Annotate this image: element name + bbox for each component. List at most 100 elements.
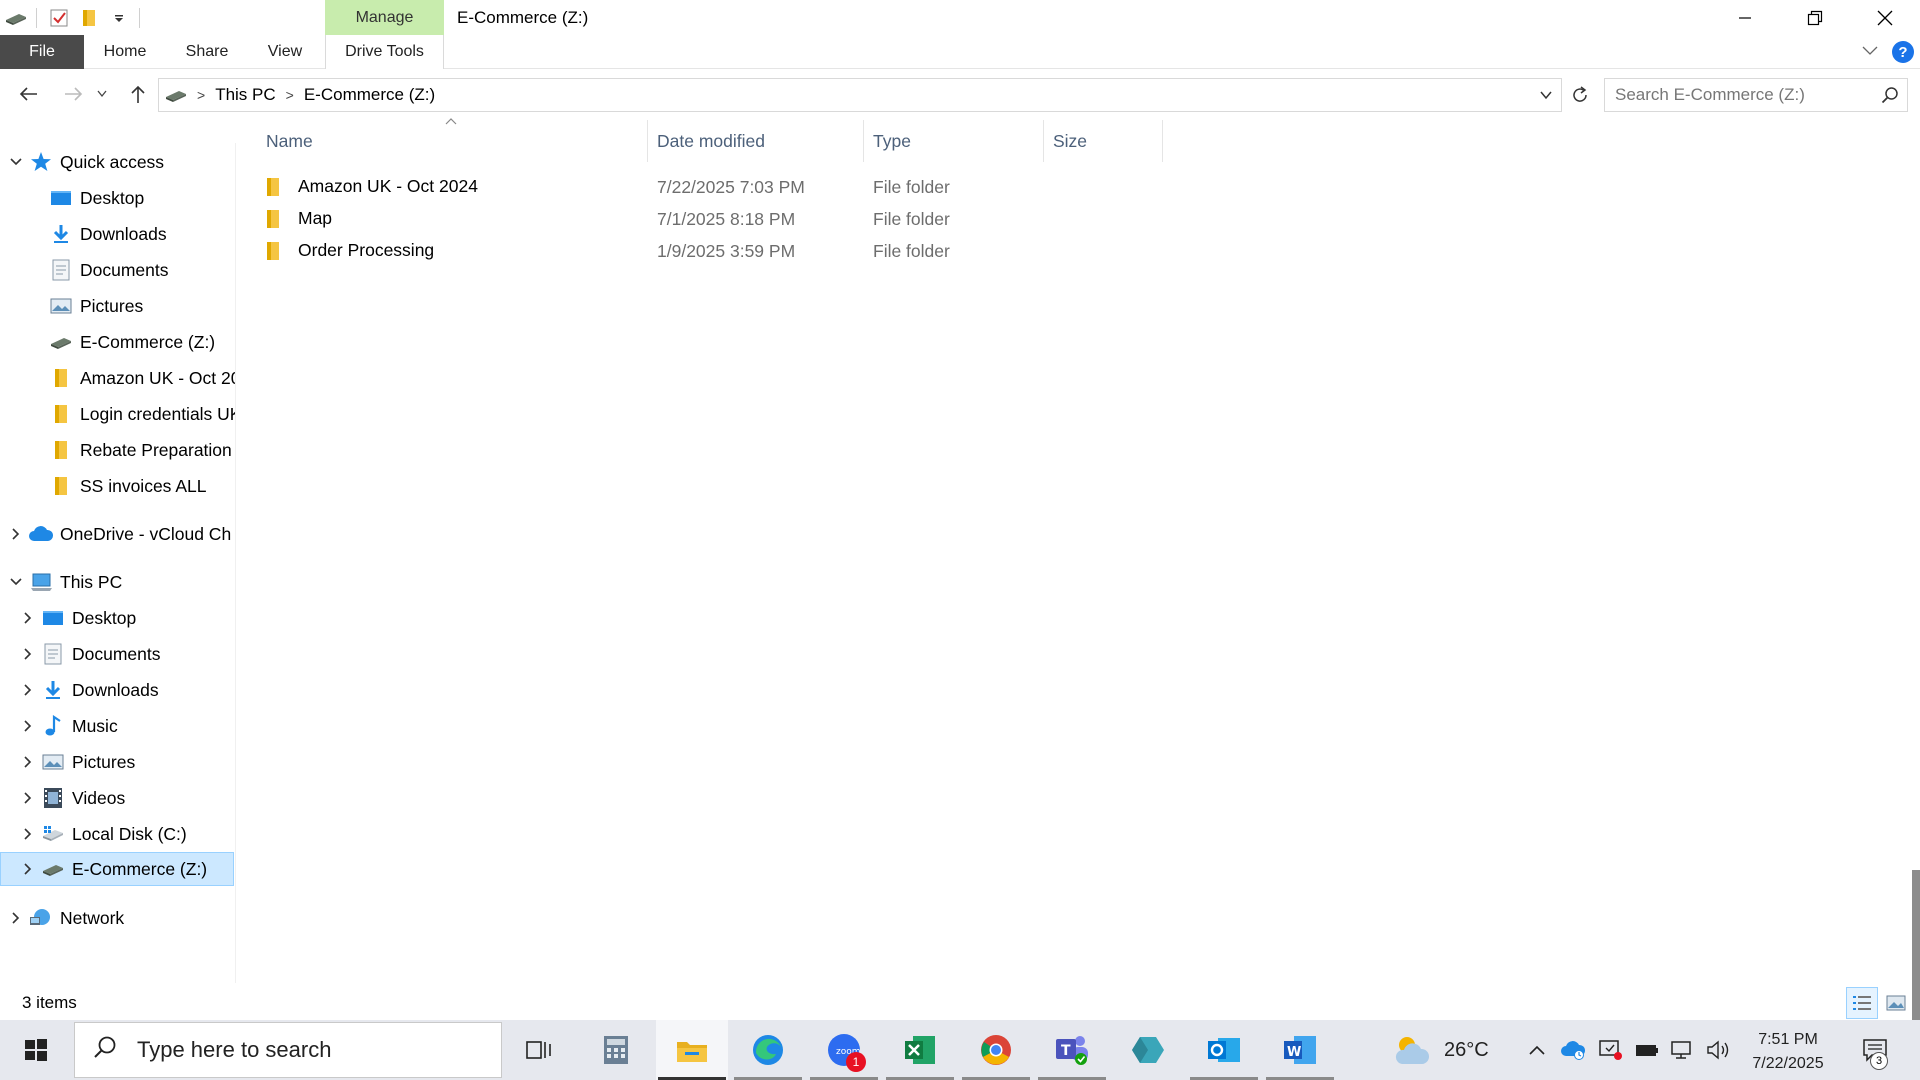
nav-quick-ss-invoices[interactable]: SS invoices ALL (28, 469, 206, 503)
nav-pc-pictures[interactable]: Pictures (20, 745, 135, 779)
app-diamond[interactable] (1112, 1020, 1184, 1080)
scrollbar-thumb[interactable] (1912, 870, 1920, 1020)
expand-ribbon-icon[interactable] (1862, 43, 1878, 61)
address-bar[interactable]: > This PC > E-Commerce (Z:) (158, 78, 1562, 112)
column-header-name[interactable]: Name (257, 120, 647, 162)
zoom-app[interactable]: zoom 1 (808, 1020, 880, 1080)
breadcrumb-chevron-icon[interactable]: > (197, 87, 205, 103)
search-icon[interactable] (1881, 86, 1899, 109)
svg-text:W: W (1287, 1045, 1301, 1060)
expand-arrow-icon[interactable] (20, 720, 36, 732)
refresh-button[interactable] (1565, 78, 1595, 112)
close-button[interactable] (1850, 0, 1920, 35)
file-row[interactable]: Order Processing 1/9/2025 3:59 PM File f… (266, 235, 1166, 267)
nav-quick-rebate[interactable]: Rebate Preparation (28, 433, 232, 467)
column-header-date[interactable]: Date modified (648, 120, 863, 162)
nav-pc-local-disk[interactable]: Local Disk (C:) (20, 817, 187, 851)
network-drive-icon (40, 858, 66, 880)
breadcrumb-this-pc[interactable]: This PC (215, 85, 275, 105)
word-app[interactable]: W (1264, 1020, 1336, 1080)
outlook-app[interactable] (1188, 1020, 1260, 1080)
nav-pc-desktop[interactable]: Desktop (20, 601, 136, 635)
task-view-button[interactable] (503, 1020, 575, 1080)
system-clock[interactable]: 7:51 PM 7/22/2025 (1740, 1028, 1836, 1076)
breadcrumb-current[interactable]: E-Commerce (Z:) (304, 85, 435, 105)
screen-record-tray-icon[interactable] (1594, 1020, 1628, 1080)
tab-home[interactable]: Home (92, 35, 158, 69)
nav-this-pc[interactable]: This PC (8, 565, 122, 599)
nav-network[interactable]: Network (8, 901, 124, 935)
customize-toolbar-icon[interactable] (105, 4, 133, 32)
action-center-button[interactable]: 3 (1850, 1020, 1900, 1080)
up-button[interactable] (122, 78, 154, 110)
start-button[interactable] (0, 1020, 72, 1080)
forward-button[interactable] (58, 78, 90, 110)
manage-tab[interactable]: Manage (325, 0, 444, 35)
battery-icon[interactable] (1630, 1020, 1664, 1080)
column-header-size[interactable]: Size (1044, 120, 1162, 162)
file-row[interactable]: Map 7/1/2025 8:18 PM File folder (266, 203, 1166, 235)
nav-pc-documents[interactable]: Documents (20, 637, 161, 671)
new-folder-icon[interactable] (75, 4, 103, 32)
search-box[interactable]: Search E-Commerce (Z:) (1604, 78, 1908, 112)
file-explorer-app[interactable] (656, 1020, 728, 1080)
collapse-arrow-icon[interactable] (8, 158, 24, 166)
expand-arrow-icon[interactable] (20, 828, 36, 840)
tab-drive-tools[interactable]: Drive Tools (325, 35, 444, 69)
recent-locations-button[interactable] (92, 78, 112, 110)
taskbar-search-input[interactable]: Type here to search (137, 1037, 331, 1063)
taskbar-search[interactable]: Type here to search (74, 1022, 502, 1078)
large-icons-view-button[interactable] (1880, 987, 1912, 1019)
breadcrumb-chevron-icon[interactable]: > (286, 87, 294, 103)
nav-pc-ecommerce[interactable]: E-Commerce (Z:) (0, 852, 234, 886)
weather-widget[interactable]: 26°C (1392, 1020, 1489, 1080)
minimize-button[interactable] (1710, 0, 1780, 35)
nav-quick-amazon[interactable]: Amazon UK - Oct 2024 (28, 361, 235, 395)
search-input[interactable]: Search E-Commerce (Z:) (1615, 85, 1805, 105)
nav-label: Music (72, 715, 118, 736)
volume-icon[interactable] (1702, 1020, 1736, 1080)
excel-app[interactable] (884, 1020, 956, 1080)
expand-arrow-icon[interactable] (8, 528, 24, 540)
column-header-type[interactable]: Type (864, 120, 1043, 162)
nav-pc-music[interactable]: Music (20, 709, 118, 743)
expand-arrow-icon[interactable] (20, 863, 36, 875)
back-button[interactable] (12, 78, 44, 110)
nav-quick-downloads[interactable]: Downloads (28, 217, 235, 251)
restore-button[interactable] (1780, 0, 1850, 35)
nav-onedrive[interactable]: OneDrive - vCloud Ch (8, 517, 231, 551)
nav-quick-documents[interactable]: Documents (28, 253, 235, 287)
collapse-arrow-icon[interactable] (8, 578, 24, 586)
expand-arrow-icon[interactable] (20, 612, 36, 624)
help-icon[interactable]: ? (1892, 41, 1914, 63)
nav-pc-downloads[interactable]: Downloads (20, 673, 159, 707)
expand-arrow-icon[interactable] (8, 912, 24, 924)
nav-quick-desktop[interactable]: Desktop (28, 181, 235, 215)
network-drive-icon[interactable] (2, 4, 30, 32)
column-divider[interactable] (1162, 120, 1163, 162)
properties-icon[interactable] (45, 4, 73, 32)
nav-quick-pictures[interactable]: Pictures (28, 289, 235, 323)
nav-quick-ecommerce[interactable]: E-Commerce (Z:) (28, 325, 235, 359)
expand-arrow-icon[interactable] (20, 792, 36, 804)
expand-arrow-icon[interactable] (20, 648, 36, 660)
tab-share[interactable]: Share (176, 35, 238, 69)
onedrive-tray-icon[interactable] (1556, 1020, 1590, 1080)
tab-view[interactable]: View (258, 35, 312, 69)
calculator-app[interactable] (580, 1020, 652, 1080)
file-row[interactable]: Amazon UK - Oct 2024 7/22/2025 7:03 PM F… (266, 171, 1166, 203)
expand-arrow-icon[interactable] (20, 756, 36, 768)
nav-quick-access[interactable]: Quick access (8, 145, 164, 179)
tab-file[interactable]: File (0, 35, 84, 69)
nav-pc-videos[interactable]: Videos (20, 781, 125, 815)
expand-arrow-icon[interactable] (20, 684, 36, 696)
edge-browser-app[interactable] (732, 1020, 804, 1080)
file-type: File folder (873, 241, 950, 261)
show-hidden-icons-button[interactable] (1522, 1020, 1552, 1080)
address-dropdown-icon[interactable] (1539, 86, 1553, 109)
details-view-button[interactable] (1846, 987, 1878, 1019)
network-tray-icon[interactable] (1666, 1020, 1700, 1080)
teams-app[interactable]: T (1036, 1020, 1108, 1080)
nav-quick-login-credentials[interactable]: Login credentials UK (28, 397, 235, 431)
chrome-app[interactable] (960, 1020, 1032, 1080)
